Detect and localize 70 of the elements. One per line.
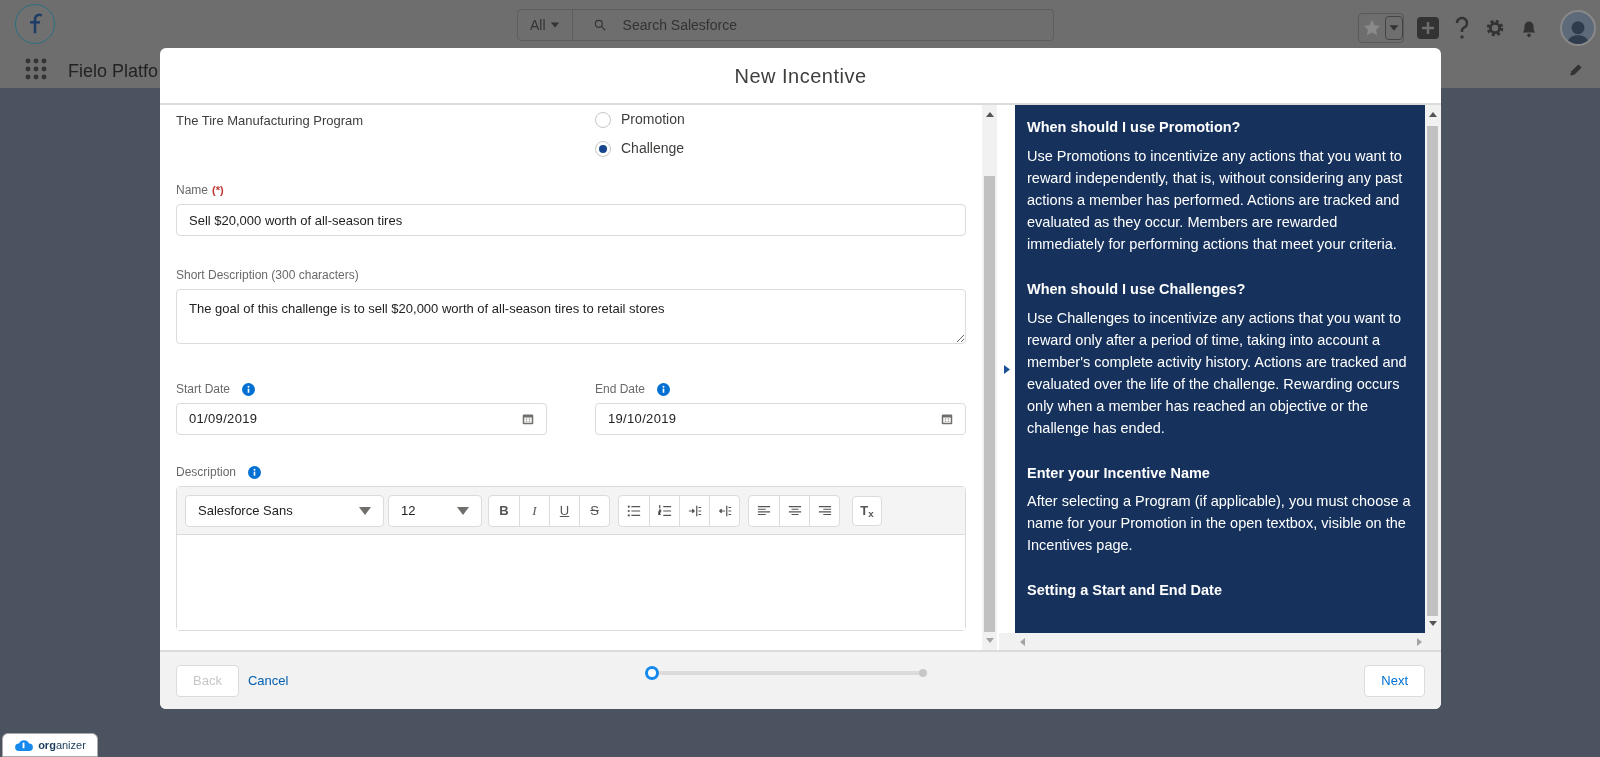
program-name: The Tire Manufacturing Program: [176, 112, 365, 130]
radio-button[interactable]: [595, 111, 611, 128]
caret-icon: [359, 506, 371, 515]
app-logo[interactable]: [15, 4, 55, 44]
add-icon[interactable]: [1416, 16, 1440, 40]
help-heading: Enter your Incentive Name: [1027, 463, 1211, 483]
short-description-textarea[interactable]: The goal of this challenge is to sell $20,000 worth of all-season tires to retail stores: [176, 289, 966, 344]
start-date-input[interactable]: 01/09/2019: [176, 403, 547, 435]
bold-button[interactable]: B: [489, 495, 519, 526]
caret-icon: [1385, 16, 1403, 40]
help-text: After selecting a Program (if applicable), you must choose a name for your Promotion in the open textbox, visible on the Incentives page.: [1027, 492, 1412, 556]
clear-formatting-button[interactable]: T$_{x}$: [852, 495, 882, 526]
app-name: Fielo Platfo: [68, 60, 159, 83]
cancel-link[interactable]: Cancel: [247, 670, 289, 691]
end-date-input[interactable]: 19/10/2019: [595, 403, 966, 435]
arrow-down-icon: [1428, 620, 1437, 628]
radio-option[interactable]: Promotion: [595, 109, 966, 130]
field-label: End Date: [595, 381, 646, 398]
user-avatar[interactable]: [1560, 10, 1596, 46]
help-heading: Setting a Start and End Date: [1027, 581, 1223, 601]
progress-step[interactable]: [919, 669, 927, 677]
arrow-up-icon: [985, 110, 994, 118]
panel-toggle[interactable]: [999, 105, 1015, 633]
field-label: Name: [176, 182, 208, 199]
font-size-dropdown[interactable]: 12: [388, 494, 482, 527]
indent-icon[interactable]: [687, 503, 702, 518]
align-center-icon[interactable]: [787, 503, 802, 518]
help-text: Use Promotions to incentivize any actions that you want to reward independently, that is, without considering any past actions a member has performed. Actions are tracked and evaluated as they occur. Members are rewarded immediately for performing actions that meet your criteria.: [1027, 146, 1404, 254]
calendar-icon: [941, 413, 953, 425]
field-label: Start Date: [176, 381, 231, 398]
calendar-icon: [522, 413, 534, 425]
next-button[interactable]: Next: [1364, 664, 1425, 697]
font-family-dropdown[interactable]: Salesforce Sans: [185, 494, 384, 527]
info-icon[interactable]: [242, 382, 256, 396]
cloud-icon: [14, 738, 35, 752]
radio-button[interactable]: [595, 140, 611, 157]
help-heading: When should I use Challenges?: [1027, 279, 1247, 299]
italic-button[interactable]: I: [519, 495, 549, 526]
caret-icon: [457, 506, 469, 515]
search-icon: [592, 18, 607, 32]
help-text: Use Challenges to incentivize any actions that you want to reward only after a period of time, taking into account a member's complete activity history. Actions are tracked and evaluated over the life of the challenge. Rewarding occurs only when a member has reached an objective or the challenge has ended.: [1027, 308, 1408, 438]
arrow-right-icon: [1417, 637, 1423, 646]
edit-icon[interactable]: [1568, 62, 1584, 78]
field-label: Short Description (300 characters): [176, 267, 359, 284]
arrow-left-icon: [1019, 637, 1025, 646]
radio-option[interactable]: Challenge: [595, 138, 966, 159]
arrow-up-icon: [1428, 110, 1437, 118]
organizer-tab[interactable]: organizer: [2, 733, 98, 757]
align-left-icon[interactable]: [757, 503, 771, 518]
arrow-down-icon: [985, 637, 994, 645]
outdent-icon[interactable]: [717, 503, 732, 518]
info-icon[interactable]: [657, 382, 671, 396]
scrollbar[interactable]: [982, 105, 997, 650]
favorites-button[interactable]: [1358, 13, 1404, 43]
caret-icon: [549, 20, 560, 30]
app-launcher-icon[interactable]: [24, 57, 48, 81]
field-label: Description: [176, 464, 237, 481]
info-icon[interactable]: [248, 465, 262, 479]
settings-icon[interactable]: [1484, 17, 1506, 39]
strikethrough-button[interactable]: S: [579, 495, 609, 526]
progress-step[interactable]: [645, 666, 659, 680]
help-heading: When should I use Promotion?: [1027, 118, 1242, 137]
required-marker: (*): [212, 182, 224, 198]
name-input[interactable]: Sell $20,000 worth of all-season tires: [176, 204, 966, 236]
modal-title: New Incentive: [734, 63, 867, 89]
align-right-icon[interactable]: [817, 503, 832, 518]
bulleted-list-icon[interactable]: [627, 503, 641, 518]
caret-right-icon: [1004, 364, 1010, 374]
underline-button[interactable]: U: [549, 495, 579, 526]
numbered-list-icon[interactable]: [657, 503, 672, 518]
